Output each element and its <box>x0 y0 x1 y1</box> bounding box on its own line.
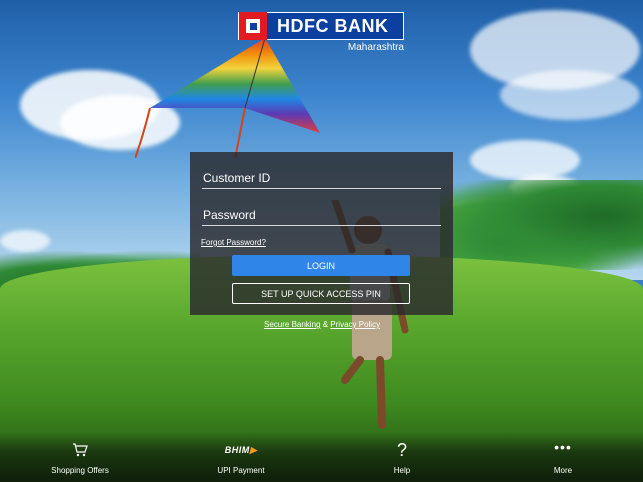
footer-links: Secure Banking & Privacy Policy <box>264 320 380 329</box>
customer-id-field[interactable] <box>202 167 441 189</box>
question-mark-icon: ? <box>396 440 407 460</box>
forgot-password-link[interactable]: Forgot Password? <box>201 238 266 247</box>
cloud <box>500 70 640 120</box>
bhim-logo-icon: BHIM▶ <box>224 444 258 455</box>
trees-right <box>440 180 643 270</box>
setup-quick-access-pin-button[interactable]: SET UP QUICK ACCESS PIN <box>232 283 410 304</box>
cart-icon <box>72 440 88 460</box>
login-button[interactable]: LOGIN <box>232 255 410 276</box>
hdfc-logo-mark-icon <box>239 12 267 40</box>
nav-label: More <box>553 466 573 475</box>
nav-label: Shopping Offers <box>51 466 109 475</box>
nav-upi-payment[interactable]: BHIM▶ UPI Payment <box>196 440 286 480</box>
bhim-logo-text: BHIM <box>224 444 250 455</box>
kite-illustration <box>135 38 320 158</box>
privacy-policy-link[interactable]: Privacy Policy <box>330 320 380 329</box>
link-separator: & <box>322 320 329 329</box>
login-panel: Forgot Password? LOGIN SET UP QUICK ACCE… <box>190 152 453 315</box>
nav-more[interactable]: ••• More <box>518 440 608 480</box>
secure-banking-link[interactable]: Secure Banking <box>264 320 320 329</box>
nav-label: UPI Payment <box>217 466 265 475</box>
more-dots-icon: ••• <box>554 439 572 455</box>
nav-label: Help <box>393 466 411 475</box>
nav-shopping-offers[interactable]: Shopping Offers <box>35 440 125 480</box>
hdfc-logo: HDFC BANK <box>238 12 404 40</box>
cloud <box>470 140 580 180</box>
password-field[interactable] <box>202 204 441 226</box>
nav-help[interactable]: ? Help <box>357 440 447 480</box>
cloud <box>0 230 50 252</box>
bank-name: HDFC BANK <box>277 15 389 36</box>
region-label: Maharashtra <box>347 42 404 53</box>
